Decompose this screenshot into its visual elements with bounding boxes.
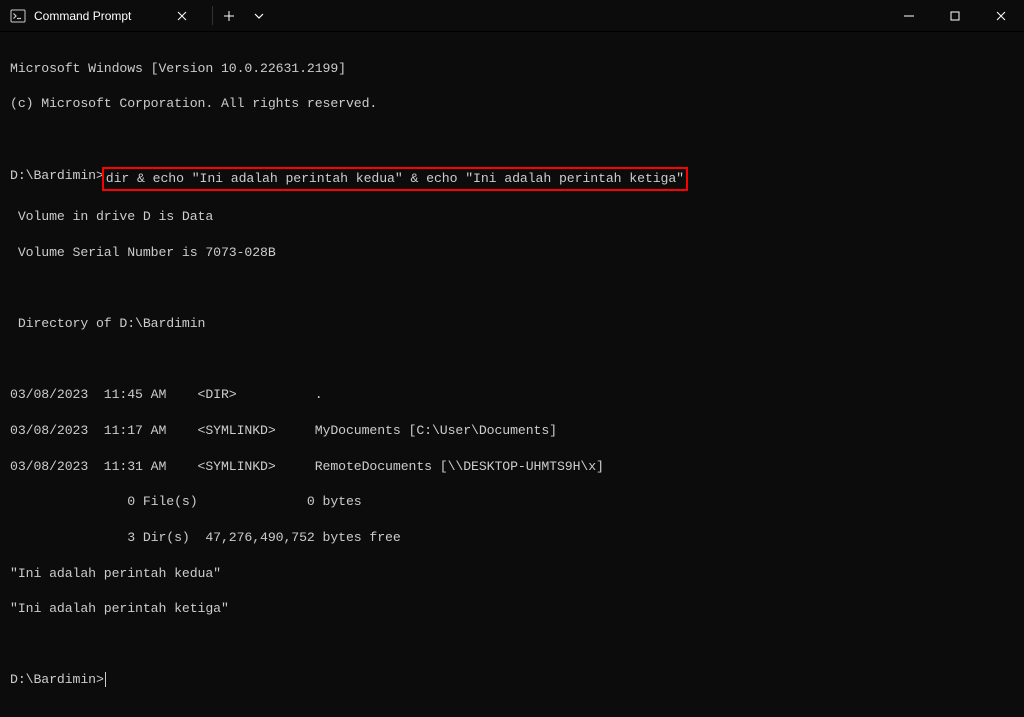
blank-line	[10, 131, 1014, 149]
cmd-icon	[10, 8, 26, 24]
output-row: 03/08/2023 11:17 AM <SYMLINKD> MyDocumen…	[10, 422, 1014, 440]
version-line: Microsoft Windows [Version 10.0.22631.21…	[10, 60, 1014, 78]
blank-line	[10, 280, 1014, 298]
tab-close-button[interactable]	[174, 8, 190, 24]
output-dirs-summary: 3 Dir(s) 47,276,490,752 bytes free	[10, 529, 1014, 547]
output-dirof: Directory of D:\Bardimin	[10, 315, 1014, 333]
terminal-tab[interactable]: Command Prompt	[0, 0, 200, 31]
prompt-path: D:\Bardimin>	[10, 167, 104, 185]
cursor	[105, 672, 106, 687]
tab-dropdown-button[interactable]	[245, 0, 273, 31]
output-echo: "Ini adalah perintah ketiga"	[10, 600, 1014, 618]
minimize-button[interactable]	[886, 0, 932, 31]
output-echo: "Ini adalah perintah kedua"	[10, 565, 1014, 583]
output-serial: Volume Serial Number is 7073-028B	[10, 244, 1014, 262]
output-row: 03/08/2023 11:45 AM <DIR> .	[10, 386, 1014, 404]
titlebar: Command Prompt	[0, 0, 1024, 32]
command-line-1: D:\Bardimin>dir & echo "Ini adalah perin…	[10, 167, 1014, 191]
current-prompt: D:\Bardimin>	[10, 671, 1014, 689]
new-tab-button[interactable]	[213, 0, 245, 31]
prompt-path: D:\Bardimin>	[10, 672, 104, 687]
output-files-summary: 0 File(s) 0 bytes	[10, 493, 1014, 511]
titlebar-spacer[interactable]	[273, 0, 886, 31]
command-highlight: dir & echo "Ini adalah perintah kedua" &…	[102, 167, 688, 191]
terminal-output[interactable]: Microsoft Windows [Version 10.0.22631.21…	[0, 32, 1024, 717]
output-row: 03/08/2023 11:31 AM <SYMLINKD> RemoteDoc…	[10, 458, 1014, 476]
blank-line	[10, 636, 1014, 654]
window-controls	[886, 0, 1024, 31]
copyright-line: (c) Microsoft Corporation. All rights re…	[10, 95, 1014, 113]
window-close-button[interactable]	[978, 0, 1024, 31]
tab-title: Command Prompt	[34, 9, 166, 23]
maximize-button[interactable]	[932, 0, 978, 31]
blank-line	[10, 351, 1014, 369]
output-volume: Volume in drive D is Data	[10, 208, 1014, 226]
